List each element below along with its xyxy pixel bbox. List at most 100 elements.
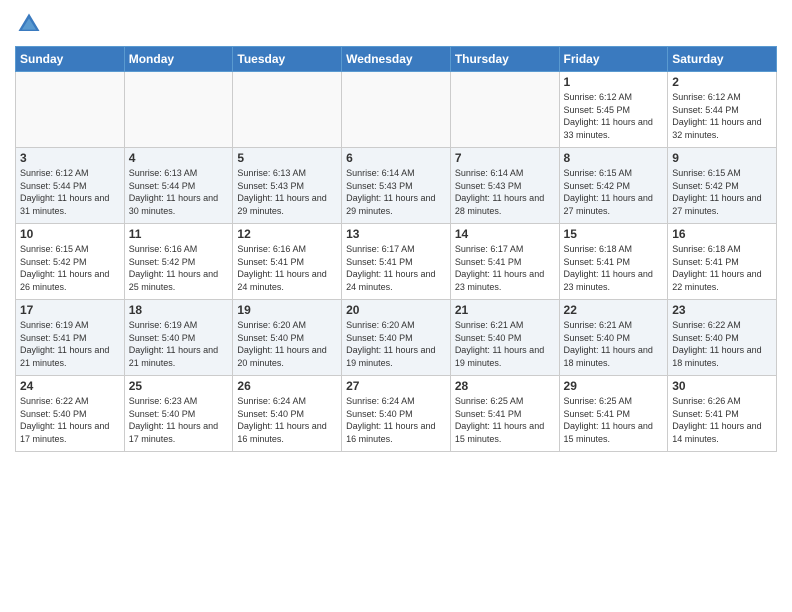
day-cell: 8 Sunrise: 6:15 AMSunset: 5:42 PMDaylight… [559, 148, 668, 224]
day-info: Sunrise: 6:22 AMSunset: 5:40 PMDaylight:… [672, 319, 772, 369]
day-cell: 29 Sunrise: 6:25 AMSunset: 5:41 PMDayligh… [559, 376, 668, 452]
day-cell: 26 Sunrise: 6:24 AMSunset: 5:40 PMDayligh… [233, 376, 342, 452]
day-info: Sunrise: 6:16 AMSunset: 5:41 PMDaylight:… [237, 243, 337, 293]
day-cell [16, 72, 125, 148]
header [15, 10, 777, 38]
day-info: Sunrise: 6:19 AMSunset: 5:40 PMDaylight:… [129, 319, 229, 369]
day-number: 6 [346, 151, 446, 165]
day-info: Sunrise: 6:23 AMSunset: 5:40 PMDaylight:… [129, 395, 229, 445]
weekday-header-wednesday: Wednesday [342, 47, 451, 72]
day-cell: 14Sunrise: 6:17 AMSunset: 5:41 PMDayligh… [450, 224, 559, 300]
week-row-5: 24 Sunrise: 6:22 AMSunset: 5:40 PMDayligh… [16, 376, 777, 452]
day-number: 11 [129, 227, 229, 241]
day-cell: 23 Sunrise: 6:22 AMSunset: 5:40 PMDayligh… [668, 300, 777, 376]
day-number: 3 [20, 151, 120, 165]
weekday-header-friday: Friday [559, 47, 668, 72]
day-number: 22 [564, 303, 664, 317]
day-number: 12 [237, 227, 337, 241]
day-info: Sunrise: 6:13 AMSunset: 5:43 PMDaylight:… [237, 167, 337, 217]
day-cell: 25Sunrise: 6:23 AMSunset: 5:40 PMDayligh… [124, 376, 233, 452]
day-cell: 28 Sunrise: 6:25 AMSunset: 5:41 PMDayligh… [450, 376, 559, 452]
day-cell: 27 Sunrise: 6:24 AMSunset: 5:40 PMDayligh… [342, 376, 451, 452]
day-info: Sunrise: 6:19 AMSunset: 5:41 PMDaylight:… [20, 319, 120, 369]
day-cell: 1 Sunrise: 6:12 AMSunset: 5:45 PMDaylight… [559, 72, 668, 148]
day-info: Sunrise: 6:21 AMSunset: 5:40 PMDaylight:… [455, 319, 555, 369]
day-cell [342, 72, 451, 148]
day-info: Sunrise: 6:12 AMSunset: 5:45 PMDaylight:… [564, 91, 664, 141]
day-number: 8 [564, 151, 664, 165]
day-info: Sunrise: 6:15 AMSunset: 5:42 PMDaylight:… [672, 167, 772, 217]
day-cell: 18 Sunrise: 6:19 AMSunset: 5:40 PMDayligh… [124, 300, 233, 376]
day-info: Sunrise: 6:18 AMSunset: 5:41 PMDaylight:… [564, 243, 664, 293]
day-number: 4 [129, 151, 229, 165]
day-info: Sunrise: 6:18 AMSunset: 5:41 PMDaylight:… [672, 243, 772, 293]
day-info: Sunrise: 6:12 AMSunset: 5:44 PMDaylight:… [20, 167, 120, 217]
day-number: 7 [455, 151, 555, 165]
day-cell: 7 Sunrise: 6:14 AMSunset: 5:43 PMDaylight… [450, 148, 559, 224]
day-number: 29 [564, 379, 664, 393]
day-info: Sunrise: 6:24 AMSunset: 5:40 PMDaylight:… [237, 395, 337, 445]
day-number: 18 [129, 303, 229, 317]
weekday-header-thursday: Thursday [450, 47, 559, 72]
day-info: Sunrise: 6:24 AMSunset: 5:40 PMDaylight:… [346, 395, 446, 445]
day-number: 13 [346, 227, 446, 241]
day-cell [124, 72, 233, 148]
day-cell: 17 Sunrise: 6:19 AMSunset: 5:41 PMDayligh… [16, 300, 125, 376]
weekday-header-sunday: Sunday [16, 47, 125, 72]
day-number: 10 [20, 227, 120, 241]
day-cell: 9 Sunrise: 6:15 AMSunset: 5:42 PMDaylight… [668, 148, 777, 224]
day-info: Sunrise: 6:26 AMSunset: 5:41 PMDaylight:… [672, 395, 772, 445]
day-number: 17 [20, 303, 120, 317]
day-cell: 11 Sunrise: 6:16 AMSunset: 5:42 PMDayligh… [124, 224, 233, 300]
day-number: 1 [564, 75, 664, 89]
day-cell: 22 Sunrise: 6:21 AMSunset: 5:40 PMDayligh… [559, 300, 668, 376]
day-number: 27 [346, 379, 446, 393]
week-row-1: 1 Sunrise: 6:12 AMSunset: 5:45 PMDaylight… [16, 72, 777, 148]
weekday-header-saturday: Saturday [668, 47, 777, 72]
day-info: Sunrise: 6:20 AMSunset: 5:40 PMDaylight:… [237, 319, 337, 369]
day-info: Sunrise: 6:21 AMSunset: 5:40 PMDaylight:… [564, 319, 664, 369]
weekday-header-monday: Monday [124, 47, 233, 72]
day-info: Sunrise: 6:14 AMSunset: 5:43 PMDaylight:… [346, 167, 446, 217]
day-cell: 20 Sunrise: 6:20 AMSunset: 5:40 PMDayligh… [342, 300, 451, 376]
day-number: 30 [672, 379, 772, 393]
day-number: 20 [346, 303, 446, 317]
week-row-2: 3 Sunrise: 6:12 AMSunset: 5:44 PMDaylight… [16, 148, 777, 224]
day-info: Sunrise: 6:25 AMSunset: 5:41 PMDaylight:… [564, 395, 664, 445]
day-info: Sunrise: 6:20 AMSunset: 5:40 PMDaylight:… [346, 319, 446, 369]
day-info: Sunrise: 6:25 AMSunset: 5:41 PMDaylight:… [455, 395, 555, 445]
day-cell: 24 Sunrise: 6:22 AMSunset: 5:40 PMDayligh… [16, 376, 125, 452]
day-cell [233, 72, 342, 148]
day-info: Sunrise: 6:12 AMSunset: 5:44 PMDaylight:… [672, 91, 772, 141]
day-info: Sunrise: 6:15 AMSunset: 5:42 PMDaylight:… [564, 167, 664, 217]
day-number: 2 [672, 75, 772, 89]
day-cell: 2 Sunrise: 6:12 AMSunset: 5:44 PMDaylight… [668, 72, 777, 148]
day-cell: 5Sunrise: 6:13 AMSunset: 5:43 PMDaylight… [233, 148, 342, 224]
day-number: 23 [672, 303, 772, 317]
day-info: Sunrise: 6:16 AMSunset: 5:42 PMDaylight:… [129, 243, 229, 293]
day-cell: 10 Sunrise: 6:15 AMSunset: 5:42 PMDayligh… [16, 224, 125, 300]
day-number: 21 [455, 303, 555, 317]
day-number: 28 [455, 379, 555, 393]
day-number: 9 [672, 151, 772, 165]
week-row-3: 10 Sunrise: 6:15 AMSunset: 5:42 PMDayligh… [16, 224, 777, 300]
logo [15, 10, 47, 38]
day-number: 26 [237, 379, 337, 393]
day-cell: 6 Sunrise: 6:14 AMSunset: 5:43 PMDaylight… [342, 148, 451, 224]
day-info: Sunrise: 6:14 AMSunset: 5:43 PMDaylight:… [455, 167, 555, 217]
day-number: 15 [564, 227, 664, 241]
calendar-table: SundayMondayTuesdayWednesdayThursdayFrid… [15, 46, 777, 452]
day-number: 14 [455, 227, 555, 241]
day-cell [450, 72, 559, 148]
day-info: Sunrise: 6:15 AMSunset: 5:42 PMDaylight:… [20, 243, 120, 293]
day-info: Sunrise: 6:17 AMSunset: 5:41 PMDaylight:… [346, 243, 446, 293]
day-number: 19 [237, 303, 337, 317]
day-cell: 16Sunrise: 6:18 AMSunset: 5:41 PMDayligh… [668, 224, 777, 300]
day-cell: 13 Sunrise: 6:17 AMSunset: 5:41 PMDayligh… [342, 224, 451, 300]
day-info: Sunrise: 6:22 AMSunset: 5:40 PMDaylight:… [20, 395, 120, 445]
page: SundayMondayTuesdayWednesdayThursdayFrid… [0, 0, 792, 612]
week-row-4: 17 Sunrise: 6:19 AMSunset: 5:41 PMDayligh… [16, 300, 777, 376]
day-cell: 21 Sunrise: 6:21 AMSunset: 5:40 PMDayligh… [450, 300, 559, 376]
weekday-header-row: SundayMondayTuesdayWednesdayThursdayFrid… [16, 47, 777, 72]
day-number: 24 [20, 379, 120, 393]
